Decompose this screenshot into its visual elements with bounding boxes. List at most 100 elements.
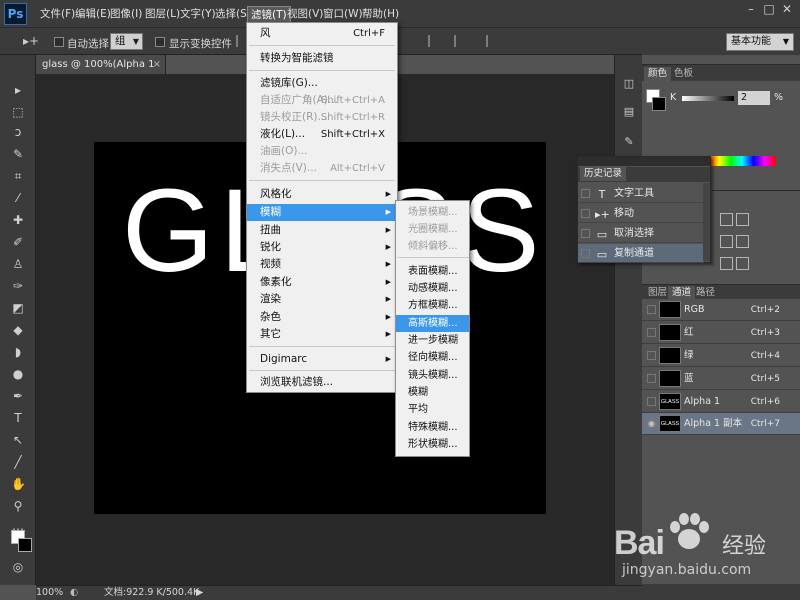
menu-item-blur[interactable]: 模糊	[396, 384, 469, 401]
snapshot-checkbox[interactable]	[581, 249, 590, 258]
channel-row[interactable]: GLASS Alpha 1 Ctrl+6	[642, 391, 800, 413]
menu-item-pixelate[interactable]: 像素化 ▶	[247, 274, 397, 291]
pen-tool-icon[interactable]: ✒	[11, 389, 25, 403]
healing-brush-icon[interactable]: ✚	[11, 213, 25, 227]
history-item[interactable]: ▭ 取消选择	[578, 224, 704, 243]
menu-item-video[interactable]: 视频 ▶	[247, 256, 397, 273]
menu-item-gaussian-blur[interactable]: 高斯模糊...	[396, 315, 469, 332]
channel-row[interactable]: 绿 Ctrl+4	[642, 345, 800, 367]
menu-item-oil-paint[interactable]: 油画(O)...	[247, 143, 397, 160]
path-select-icon[interactable]: ↖	[11, 433, 25, 447]
channel-row[interactable]: 红 Ctrl+3	[642, 322, 800, 344]
quick-select-tool-icon[interactable]: ✎	[11, 147, 25, 161]
menu-item-sharpen[interactable]: 锐化 ▶	[247, 239, 397, 256]
history-item[interactable]: T 文字工具	[578, 184, 704, 203]
eyedropper-tool-icon[interactable]: ⁄	[11, 191, 25, 205]
channel-row[interactable]: RGB Ctrl+2	[642, 299, 800, 321]
panel-header[interactable]	[578, 157, 710, 166]
info-icon[interactable]: ◐	[70, 586, 78, 600]
show-transform-checkbox[interactable]	[155, 37, 165, 47]
menu-item-vanishing-point[interactable]: 消失点(V)... Alt+Ctrl+V	[247, 160, 397, 177]
hue-icon[interactable]	[720, 235, 733, 248]
line-tool-icon[interactable]: ╱	[11, 455, 25, 469]
distribute-icon[interactable]	[454, 35, 466, 47]
snapshot-checkbox[interactable]	[581, 189, 590, 198]
visibility-toggle[interactable]	[647, 351, 656, 360]
visibility-toggle[interactable]	[647, 328, 656, 337]
close-icon[interactable]: ×	[153, 55, 161, 74]
balance-icon[interactable]	[736, 235, 749, 248]
menu-item-convert-smart-filter[interactable]: 转换为智能滤镜	[247, 50, 397, 67]
menu-item-render[interactable]: 渲染 ▶	[247, 291, 397, 308]
channel-row[interactable]: ◉ GLASS Alpha 1 副本 Ctrl+7	[642, 413, 800, 435]
menu-item-shape-blur[interactable]: 形状模糊...	[396, 436, 469, 453]
move-tool-icon[interactable]: ▸+	[23, 34, 39, 48]
menu-item-field-blur[interactable]: 场景模糊...	[396, 204, 469, 221]
menu-item-lens-blur[interactable]: 镜头模糊...	[396, 367, 469, 384]
play-icon[interactable]: ▶	[196, 586, 203, 600]
workspace-dropdown[interactable]: 基本功能 ▼	[726, 33, 794, 51]
blur-tool-icon[interactable]: ◗	[11, 345, 25, 359]
marquee-tool-icon[interactable]: ⬚	[11, 105, 25, 119]
channel-row[interactable]: 蓝 Ctrl+5	[642, 368, 800, 390]
history-item[interactable]: ▸+ 移动	[578, 204, 704, 223]
menu-item-tilt-shift[interactable]: 倾斜偏移...	[396, 238, 469, 255]
document-tab[interactable]: glass @ 100%(Alpha 1 副本/8) * ×	[36, 55, 166, 89]
lasso-tool-icon[interactable]: ↄ	[11, 125, 25, 139]
snapshot-checkbox[interactable]	[581, 229, 590, 238]
visibility-toggle[interactable]	[647, 374, 656, 383]
menu-item-radial-blur[interactable]: 径向模糊...	[396, 349, 469, 366]
menu-item-browse-online-filters[interactable]: 浏览联机滤镜...	[247, 374, 397, 391]
invert-icon[interactable]	[720, 257, 733, 270]
crop-tool-icon[interactable]: ⌗	[11, 169, 25, 183]
menu-item-iris-blur[interactable]: 光圈模糊...	[396, 221, 469, 238]
menu-item-distort[interactable]: 扭曲 ▶	[247, 222, 397, 239]
zoom-tool-icon[interactable]: ⚲	[11, 499, 25, 513]
menu-item-digimarc[interactable]: Digimarc ▶	[247, 351, 397, 368]
history-item[interactable]: ▭ 复制通道	[578, 244, 704, 263]
menu-help[interactable]: 帮助(H)	[359, 6, 402, 23]
auto-select-dropdown[interactable]: 组 ▼	[110, 33, 143, 50]
menu-item-filter-gallery[interactable]: 滤镜库(G)...	[247, 75, 397, 92]
menu-item-stylize[interactable]: 风格化 ▶	[247, 186, 397, 203]
tab-color[interactable]: 颜色	[644, 67, 672, 81]
brush-preset-icon[interactable]: ✎	[622, 135, 636, 149]
background-color-swatch[interactable]	[652, 97, 666, 111]
tab-history[interactable]: 历史记录	[580, 167, 627, 181]
menu-item-blur[interactable]: 模糊 ▶	[247, 204, 397, 221]
auto-select-checkbox[interactable]	[54, 37, 64, 47]
distribute-icon[interactable]	[486, 35, 498, 47]
scrollbar[interactable]	[703, 183, 710, 261]
curves-icon[interactable]	[736, 213, 749, 226]
visibility-toggle[interactable]	[647, 305, 656, 314]
zoom-level[interactable]: 100%	[36, 586, 63, 600]
tab-channels[interactable]: 通道	[668, 286, 696, 300]
menu-item-blur-more[interactable]: 进一步模糊	[396, 332, 469, 349]
menu-item-lens-correction[interactable]: 镜头校正(R)... Shift+Ctrl+R	[247, 109, 397, 126]
properties-icon[interactable]: ▤	[622, 105, 636, 119]
clone-stamp-icon[interactable]: ♙	[11, 257, 25, 271]
tab-layers[interactable]: 图层	[644, 286, 671, 300]
threshold-icon[interactable]	[736, 257, 749, 270]
tab-paths[interactable]: 路径	[692, 286, 719, 300]
menu-item-smart-blur[interactable]: 特殊模糊...	[396, 419, 469, 436]
history-brush-icon[interactable]: ✑	[11, 279, 25, 293]
menu-item-wind[interactable]: 风 Ctrl+F	[247, 25, 397, 42]
menu-item-average[interactable]: 平均	[396, 401, 469, 418]
history-icon[interactable]: ◫	[622, 77, 636, 91]
snapshot-checkbox[interactable]	[581, 209, 590, 218]
distribute-icon[interactable]	[428, 35, 440, 47]
eye-icon[interactable]: ◉	[647, 419, 656, 428]
menu-item-other[interactable]: 其它 ▶	[247, 326, 397, 343]
hand-tool-icon[interactable]: ✋	[11, 477, 26, 491]
brush-tool-icon[interactable]: ✐	[11, 235, 25, 249]
menu-item-adaptive-wide-angle[interactable]: 自适应广角(A)... Shift+Ctrl+A	[247, 92, 397, 109]
tab-swatches[interactable]: 色板	[670, 67, 697, 81]
visibility-toggle[interactable]	[647, 397, 656, 406]
close-icon[interactable]: ✕	[778, 2, 796, 16]
restore-icon[interactable]: □	[760, 2, 778, 16]
eraser-tool-icon[interactable]: ◩	[11, 301, 25, 315]
k-slider[interactable]	[682, 96, 734, 101]
menu-item-surface-blur[interactable]: 表面模糊...	[396, 263, 469, 280]
menu-item-noise[interactable]: 杂色 ▶	[247, 309, 397, 326]
